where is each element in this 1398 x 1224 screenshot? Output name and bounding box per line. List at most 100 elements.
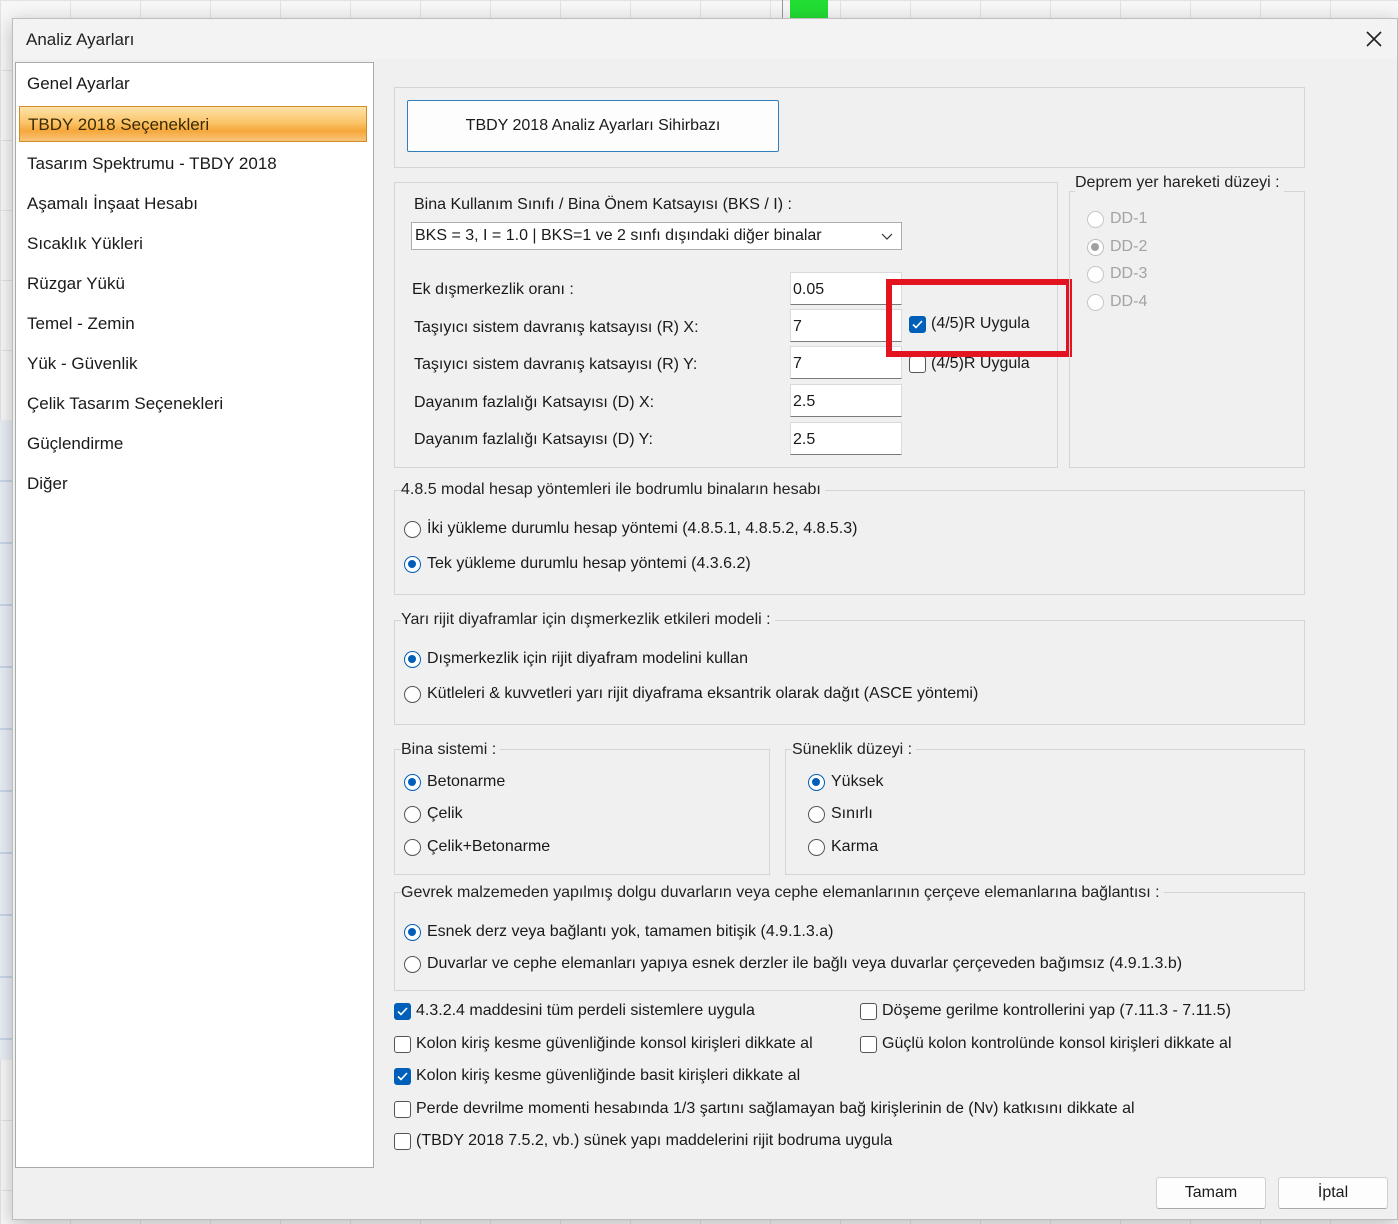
checkbox-wall-overturning-label: Perde devrilme momenti hesabında 1/3 şar… [416,1100,1135,1117]
sidebar-item-steel-design[interactable]: Çelik Tasarım Seçenekleri [19,386,367,422]
system-concrete-label: Betonarme [427,773,506,790]
close-icon [1366,31,1382,47]
infill-connection-legend: Gevrek malzemeden yapılmış dolgu duvarla… [401,884,1164,902]
radio-ductility-high[interactable]: Yüksek [808,773,883,791]
radio-system-mixed[interactable]: Çelik+Betonarme [404,838,550,856]
sidebar-item-general[interactable]: Genel Ayarlar [19,66,367,102]
checkbox-unchecked-icon [394,1132,411,1150]
dx-input[interactable] [790,384,902,417]
radio-system-steel[interactable]: Çelik [404,805,463,823]
radio-off-icon [808,805,825,823]
tbdy-wizard-button[interactable]: TBDY 2018 Analiz Ayarları Sihirbazı [407,100,779,152]
sidebar-item-strengthening[interactable]: Güçlendirme [19,426,367,462]
checkbox-ductile-rigid-basement[interactable]: (TBDY 2018 7.5.2, vb.) sünek yapı maddel… [394,1132,892,1150]
checkbox-4324-label: 4.3.2.4 maddesini tüm perdeli sistemlere… [416,1002,755,1019]
earthquake-level-group [1069,191,1305,468]
radio-ductility-mixed[interactable]: Karma [808,838,878,856]
checkbox-unchecked-icon [909,355,926,373]
checkbox-unchecked-icon [860,1035,877,1053]
radio-modal-two-load[interactable]: İki yükleme durumlu hesap yöntemi (4.8.5… [404,520,857,538]
checkbox-unchecked-icon [860,1002,877,1020]
dy-label: Dayanım fazlalığı Katsayısı (D) Y: [414,431,653,448]
dd4-label: DD-4 [1110,293,1148,310]
radio-on-icon [404,555,421,573]
diaphragm-group [394,620,1305,725]
sidebar-item-temperature-loads[interactable]: Sıcaklık Yükleri [19,226,367,262]
sidebar-item-staged-construction[interactable]: Aşamalı İnşaat Hesabı [19,186,367,222]
radio-dd2[interactable]: DD-2 [1087,238,1147,256]
apply-45r-y-label: (4/5)R Uygula [931,355,1030,372]
checkbox-shear-simple-beams[interactable]: Kolon kiriş kesme güvenliğinde basit kir… [394,1067,800,1085]
checkbox-strong-column-label: Güçlü kolon kontrolünde konsol kirişleri… [882,1035,1232,1052]
checkbox-checked-icon [394,1067,411,1085]
rigid-diaphragm-label: Dışmerkezlik için rijit diyafram modelin… [427,650,748,667]
radio-rigid-diaphragm[interactable]: Dışmerkezlik için rijit diyafram modelin… [404,650,748,668]
diaphragm-legend: Yarı rijit diyaframlar için dışmerkezlik… [401,611,775,629]
dy-input[interactable] [790,422,902,455]
checkbox-slab-stress-label: Döşeme gerilme kontrollerini yap (7.11.3… [882,1002,1231,1019]
radio-system-concrete[interactable]: Betonarme [404,773,505,791]
radio-dd4[interactable]: DD-4 [1087,293,1147,311]
checkbox-slab-stress-checks[interactable]: Döşeme gerilme kontrollerini yap (7.11.3… [860,1002,1231,1020]
ductility-mixed-label: Karma [831,838,879,855]
checkbox-unchecked-icon [394,1035,411,1053]
infill-independent-label: Duvarlar ve cephe elemanları yapıya esne… [427,955,1183,972]
sidebar-item-design-spectrum[interactable]: Tasarım Spektrumu - TBDY 2018 [19,146,367,182]
radio-infill-independent[interactable]: Duvarlar ve cephe elemanları yapıya esne… [404,955,1182,973]
system-mixed-label: Çelik+Betonarme [427,838,551,855]
bks-select[interactable]: BKS = 3, I = 1.0 | BKS=1 ve 2 sınfı dışı… [411,222,902,250]
checkbox-wall-overturning-coupling[interactable]: Perde devrilme momenti hesabında 1/3 şar… [394,1100,1135,1118]
radio-off-icon [1087,293,1104,311]
bks-selected-value: BKS = 3, I = 1.0 | BKS=1 ve 2 sınfı dışı… [415,227,822,244]
radio-on-icon [808,773,825,791]
radio-ductility-limited[interactable]: Sınırlı [808,805,873,823]
checkbox-ductile-basement-label: (TBDY 2018 7.5.2, vb.) sünek yapı maddel… [416,1132,893,1149]
system-steel-label: Çelik [427,805,463,822]
radio-dd3[interactable]: DD-3 [1087,265,1147,283]
sidebar-item-wind-load[interactable]: Rüzgar Yükü [19,266,367,302]
radio-modal-single-load[interactable]: Tek yükleme durumlu hesap yöntemi (4.3.6… [404,555,751,573]
infill-adjacent-label: Esnek derz veya bağlantı yok, tamamen bi… [427,923,834,940]
apply-45r-y-checkbox[interactable]: (4/5)R Uygula [909,355,1030,373]
radio-off-icon [404,520,421,538]
ductility-limited-label: Sınırlı [831,805,873,822]
sidebar-item-tbdy2018[interactable]: TBDY 2018 Seçenekleri [19,106,367,142]
checkbox-shear-cantilever-beams[interactable]: Kolon kiriş kesme güvenliğinde konsol ki… [394,1035,813,1053]
background-green-marker [790,0,828,18]
radio-off-icon [808,838,825,856]
ry-label: Taşıyıcı sistem davranış katsayısı (R) Y… [414,356,698,373]
sidebar-item-other[interactable]: Diğer [19,466,367,502]
checkbox-shear-simple-label: Kolon kiriş kesme güvenliğinde basit kir… [416,1067,801,1084]
sidebar-item-load-safety[interactable]: Yük - Güvenlik [19,346,367,382]
eccentricity-label: Ek dışmerkezlik oranı : [412,281,574,298]
radio-off-icon [404,685,421,703]
dd3-label: DD-3 [1110,265,1148,282]
title-bar: Analiz Ayarları [13,19,1397,59]
semi-rigid-asce-label: Kütleleri & kuvvetleri yarı rijit diyafr… [427,685,979,702]
modal-single-load-label: Tek yükleme durumlu hesap yöntemi (4.3.6… [427,555,751,572]
settings-category-list[interactable]: Genel Ayarlar TBDY 2018 Seçenekleri Tasa… [15,62,374,1168]
radio-semi-rigid-asce[interactable]: Kütleleri & kuvvetleri yarı rijit diyafr… [404,685,978,703]
checkbox-checked-icon [394,1002,411,1020]
radio-on-icon [404,923,421,941]
cancel-button[interactable]: İptal [1278,1177,1388,1209]
ductility-high-label: Yüksek [831,773,884,790]
radio-infill-adjacent[interactable]: Esnek derz veya bağlantı yok, tamamen bi… [404,923,833,941]
building-system-legend: Bina sistemi : [401,741,501,759]
checkbox-shear-cantilever-label: Kolon kiriş kesme güvenliğinde konsol ki… [416,1035,813,1052]
checkbox-unchecked-icon [394,1100,411,1118]
checkbox-strong-column-cantilever[interactable]: Güçlü kolon kontrolünde konsol kirişleri… [860,1035,1232,1053]
ok-button[interactable]: Tamam [1156,1177,1266,1209]
earthquake-level-legend: Deprem yer hareketi düzeyi : [1075,174,1284,192]
radio-dd1[interactable]: DD-1 [1087,210,1147,228]
sidebar-item-foundation-soil[interactable]: Temel - Zemin [19,306,367,342]
rx-label: Taşıyıcı sistem davranış katsayısı (R) X… [414,319,699,336]
radio-off-icon [404,955,421,973]
checkbox-4324-all-shear-walls[interactable]: 4.3.2.4 maddesini tüm perdeli sistemlere… [394,1002,755,1020]
analysis-settings-dialog: Analiz Ayarları Genel Ayarlar TBDY 2018 … [12,18,1398,1220]
close-button[interactable] [1351,19,1397,59]
modal-method-group [394,490,1305,595]
dd2-label: DD-2 [1110,238,1148,255]
ductility-legend: Süneklik düzeyi : [792,741,917,759]
background-line [782,0,783,18]
